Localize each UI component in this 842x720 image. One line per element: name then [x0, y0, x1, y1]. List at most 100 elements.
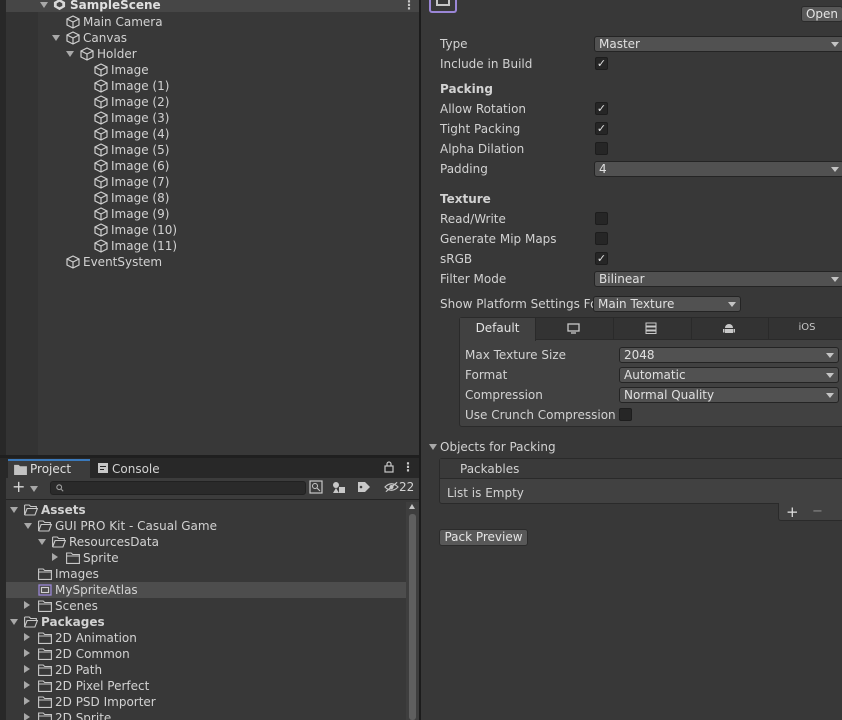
alpha-dilation-checkbox[interactable]: [595, 142, 608, 155]
collapse-arrow-icon[interactable]: [24, 665, 30, 673]
hierarchy-item[interactable]: Image: [94, 62, 149, 78]
allow-rotation-checkbox[interactable]: ✓: [595, 102, 608, 115]
crunch-checkbox[interactable]: [619, 408, 632, 421]
tab-console[interactable]: Console: [92, 459, 172, 478]
show-platform-label: Show Platform Settings Fo: [440, 297, 598, 311]
collapse-arrow-icon[interactable]: [24, 601, 30, 609]
folder-icon: [38, 664, 52, 676]
collapse-arrow-icon[interactable]: [24, 697, 30, 705]
hidden-packages-icon[interactable]: [384, 481, 399, 493]
expand-icon[interactable]: [52, 35, 60, 41]
collapse-arrow-icon[interactable]: [24, 633, 30, 641]
project-scroll-thumb[interactable]: [409, 514, 416, 720]
expand-arrow-icon[interactable]: [10, 507, 18, 513]
collapse-arrow-icon[interactable]: [24, 649, 30, 657]
project-tree-item[interactable]: Images: [24, 566, 99, 582]
objects-for-packing-foldout[interactable]: Objects for Packing: [428, 438, 728, 456]
gameobject-cube-icon: [94, 63, 108, 77]
folder-open-icon: [24, 616, 38, 628]
tight-packing-checkbox[interactable]: ✓: [595, 122, 608, 135]
hierarchy-item[interactable]: Image (5): [94, 142, 169, 158]
padding-dropdown[interactable]: 4: [594, 161, 842, 177]
hierarchy-item[interactable]: Image (3): [94, 110, 169, 126]
objects-for-packing-label: Objects for Packing: [440, 440, 556, 454]
format-dropdown[interactable]: Automatic: [619, 367, 839, 383]
project-tree-item[interactable]: Scenes: [24, 598, 98, 614]
hierarchy-item[interactable]: Main Camera: [66, 14, 163, 30]
tab-default[interactable]: Default: [460, 318, 536, 341]
hierarchy-item-label: Canvas: [83, 31, 128, 45]
project-tree-item[interactable]: GUI PRO Kit - Casual Game: [24, 518, 217, 534]
project-scrollbar[interactable]: [406, 502, 419, 720]
project-tree-item[interactable]: 2D PSD Importer: [24, 694, 156, 710]
hierarchy-item-label: Image (1): [111, 79, 170, 93]
show-platform-dropdown[interactable]: Main Texture: [593, 296, 741, 312]
type-dropdown[interactable]: Master: [594, 36, 842, 52]
hierarchy-item-label: EventSystem: [83, 255, 163, 269]
scroll-up-icon[interactable]: [409, 504, 415, 509]
filter-by-type-icon[interactable]: [331, 480, 347, 494]
collapse-arrow-icon[interactable]: [52, 553, 58, 561]
scene-row[interactable]: SampleScene ⋮: [6, 0, 419, 12]
lock-icon[interactable]: [384, 461, 394, 473]
generate-mip-maps-checkbox[interactable]: [595, 232, 608, 245]
hierarchy-item[interactable]: Image (10): [94, 222, 177, 238]
hierarchy-item[interactable]: Canvas: [52, 30, 127, 46]
project-menu-icon[interactable]: ⋮: [402, 459, 414, 475]
max-texture-size-dropdown[interactable]: 2048: [619, 347, 839, 363]
packables-header-label: Packables: [460, 462, 520, 476]
srgb-checkbox[interactable]: ✓: [595, 252, 608, 265]
search-by-type-icon[interactable]: [309, 480, 323, 494]
project-tree-item[interactable]: Packages: [10, 614, 105, 630]
remove-item-button[interactable]: −: [812, 503, 823, 521]
hierarchy-item[interactable]: Image (7): [94, 174, 169, 190]
filter-mode-dropdown[interactable]: Bilinear: [594, 271, 842, 287]
format-value: Automatic: [624, 368, 686, 382]
tab-standalone[interactable]: [537, 318, 614, 340]
add-asset-button[interactable]: +: [10, 477, 40, 496]
scene-expand-icon[interactable]: [40, 2, 48, 8]
folder-icon: [38, 648, 52, 660]
hierarchy-item[interactable]: Image (9): [94, 206, 169, 222]
hierarchy-item[interactable]: EventSystem: [66, 254, 162, 270]
project-tree-item[interactable]: 2D Sprite: [24, 710, 111, 720]
tab-project[interactable]: Project: [8, 459, 90, 478]
expand-arrow-icon[interactable]: [24, 523, 32, 529]
project-item-label: Sprite: [83, 551, 119, 565]
include-in-build-checkbox[interactable]: ✓: [595, 57, 608, 70]
project-tree-item[interactable]: 2D Pixel Perfect: [24, 678, 149, 694]
scene-menu-icon[interactable]: ⋮: [403, 0, 415, 12]
project-tree-item[interactable]: 2D Common: [24, 646, 130, 662]
compression-dropdown[interactable]: Normal Quality: [619, 387, 839, 403]
project-tree-item[interactable]: MySpriteAtlas: [24, 582, 138, 598]
gameobject-cube-icon: [94, 223, 108, 237]
hierarchy-item[interactable]: Image (11): [94, 238, 177, 254]
project-tree-item[interactable]: ResourcesData: [38, 534, 159, 550]
hierarchy-item[interactable]: Image (8): [94, 190, 169, 206]
pack-preview-button[interactable]: Pack Preview: [439, 529, 528, 546]
read-write-checkbox[interactable]: [595, 212, 608, 225]
tab-ios[interactable]: iOS: [770, 318, 842, 340]
hierarchy-item[interactable]: Image (6): [94, 158, 169, 174]
hierarchy-item[interactable]: Image (4): [94, 126, 169, 142]
hierarchy-item[interactable]: Holder: [66, 46, 137, 62]
hierarchy-item[interactable]: Image (2): [94, 94, 169, 110]
project-tree-item[interactable]: 2D Animation: [24, 630, 137, 646]
chevron-down-icon: [826, 353, 834, 358]
project-tree-item[interactable]: Sprite: [52, 550, 119, 566]
project-tree-item[interactable]: Assets: [10, 502, 86, 518]
hierarchy-item[interactable]: Image (1): [94, 78, 169, 94]
expand-arrow-icon[interactable]: [38, 539, 46, 545]
project-tree-item[interactable]: 2D Path: [24, 662, 102, 678]
tab-server[interactable]: [615, 318, 692, 340]
tab-android[interactable]: [693, 318, 769, 340]
search-icon: [56, 484, 64, 492]
collapse-arrow-icon[interactable]: [24, 713, 30, 720]
open-button[interactable]: Open: [801, 6, 842, 22]
filter-by-label-icon[interactable]: [357, 481, 371, 493]
project-search-input[interactable]: [50, 481, 306, 495]
add-item-button[interactable]: +: [786, 502, 799, 522]
collapse-arrow-icon[interactable]: [24, 681, 30, 689]
expand-icon[interactable]: [66, 51, 74, 57]
expand-arrow-icon[interactable]: [10, 619, 18, 625]
